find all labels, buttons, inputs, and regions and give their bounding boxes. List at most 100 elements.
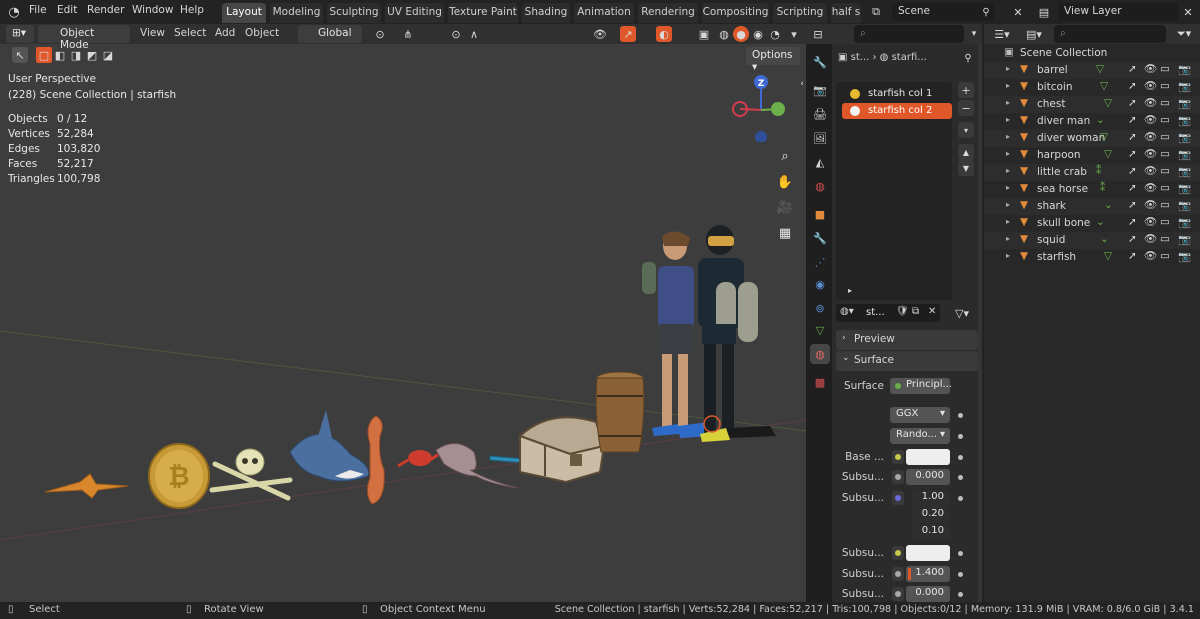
shark-model[interactable] [289,410,370,482]
fake-user-icon[interactable]: 🛡 [896,306,909,317]
outliner-item-squid[interactable]: ▸ ▼ squid ⌄ ➚ 👁 ▭ 📷 [984,232,1200,249]
camera-render-icon[interactable]: 📷 [1178,233,1191,246]
tab-modeling[interactable]: Modeling [270,3,323,23]
subsurface-radius-socket[interactable] [892,491,904,505]
selectable-arrow-icon[interactable]: ➚ [1128,80,1137,92]
monitor-viewport-icon[interactable]: ▭ [1160,250,1170,262]
starfish-model[interactable] [44,473,129,499]
subsurface-radius-x-field[interactable]: 1.00 [912,490,950,506]
surface-shader-field[interactable]: Principl... [890,378,952,394]
outliner-item-starfish[interactable]: ▸ ▼ starfish ▽ ➚ 👁 ▭ 📷 [984,249,1200,266]
monitor-viewport-icon[interactable]: ▭ [1160,97,1170,109]
remove-slot-icon[interactable]: − [958,100,974,116]
mesh-data-icon[interactable]: ⌄ [1096,216,1105,228]
mesh-data-icon[interactable]: ⁑ [1096,165,1101,177]
world-tab-icon[interactable]: ◍ [810,176,830,196]
outliner-search-input[interactable]: ⌕ [1054,25,1166,43]
eye-visibility-icon[interactable]: 👁 [1144,232,1157,245]
tab-texture-paint[interactable]: Texture Paint [448,3,518,23]
outliner-item-sea-horse[interactable]: ▸ ▼ sea horse ⁑ ➚ 👁 ▭ 📷 [984,181,1200,198]
menu-file[interactable]: File [29,4,47,16]
mesh-data-icon[interactable]: ▽ [1104,148,1112,160]
subsurface-socket[interactable] [892,470,904,484]
selectable-arrow-icon[interactable]: ➚ [1128,233,1137,245]
add-slot-icon[interactable]: + [958,82,974,98]
outliner-item-barrel[interactable]: ▸ ▼ barrel ▽ ➚ 👁 ▭ 📷 [984,62,1200,79]
selectable-arrow-icon[interactable]: ➚ [1128,216,1137,228]
monitor-viewport-icon[interactable]: ▭ [1160,199,1170,211]
distribution-keyframe-icon[interactable] [958,413,963,418]
breadcrumb-short[interactable]: st... [851,52,870,63]
menu-edit[interactable]: Edit [57,4,77,16]
texture-tab-icon[interactable]: ▩ [810,372,830,392]
scene-tab-icon[interactable]: ◭ [810,152,830,172]
chest-model[interactable] [518,416,606,484]
selectable-arrow-icon[interactable]: ➚ [1128,148,1137,160]
monitor-viewport-icon[interactable]: ▭ [1160,114,1170,126]
selectable-arrow-icon[interactable]: ➚ [1128,199,1137,211]
subsurface-radius-y-field[interactable]: 0.20 [912,507,950,523]
output-tab-icon[interactable]: 🖨 [810,104,830,124]
mesh-data-icon[interactable]: ⌄ [1104,199,1113,211]
camera-render-icon[interactable]: 📷 [1178,80,1191,93]
selectable-arrow-icon[interactable]: ➚ [1128,182,1137,194]
subsurface-ior-keyframe-icon[interactable] [958,572,963,577]
outliner-item-skull-bone[interactable]: ▸ ▼ skull bone ⌄ ➚ 👁 ▭ 📷 [984,215,1200,232]
subsurface-value-field[interactable]: 0.000 [906,469,950,485]
eye-visibility-icon[interactable]: 👁 [1144,249,1157,262]
view-layer-tab-icon[interactable]: 🖼 [810,128,830,148]
camera-render-icon[interactable]: 📷 [1178,199,1191,212]
material-slot-1[interactable]: starfish col 1 [842,86,952,102]
blender-logo-icon[interactable]: ◔ [6,4,22,20]
subsurface-color-swatch[interactable] [906,545,950,561]
mesh-data-icon[interactable]: ⌄ [1100,233,1109,245]
outliner-item-diver-man[interactable]: ▸ ▼ diver man ⌄ ➚ 👁 ▭ 📷 [984,113,1200,130]
subsurface-color-keyframe-icon[interactable] [958,551,963,556]
subsurface-anisotropy-field[interactable]: 0.000 [906,586,950,602]
duplicate-material-icon[interactable]: ⧉ [912,306,919,317]
little-crab-model[interactable] [397,450,443,468]
eye-visibility-icon[interactable]: 👁 [1144,79,1157,92]
move-slot-down-icon[interactable]: ▼ [958,160,974,176]
selectable-arrow-icon[interactable]: ➚ [1128,131,1137,143]
menu-render[interactable]: Render [87,4,124,16]
camera-render-icon[interactable]: 📷 [1178,63,1191,76]
mesh-data-icon[interactable]: ⁑ [1100,182,1105,194]
subsurface-method-keyframe-icon[interactable] [958,434,963,439]
tab-rendering[interactable]: Rendering [638,3,698,23]
expand-arrow-icon[interactable]: ▸ [1006,251,1010,260]
mesh-data-icon[interactable]: ▽ [1096,63,1104,75]
monitor-viewport-icon[interactable]: ▭ [1160,165,1170,177]
selectable-arrow-icon[interactable]: ➚ [1128,114,1137,126]
mesh-data-icon[interactable]: ▽ [1104,97,1112,109]
tab-half-s[interactable]: half s [831,3,861,23]
outliner-item-shark[interactable]: ▸ ▼ shark ⌄ ➚ 👁 ▭ 📷 [984,198,1200,215]
material-name-field[interactable]: st... [866,307,885,318]
monitor-viewport-icon[interactable]: ▭ [1160,233,1170,245]
menu-help[interactable]: Help [180,4,204,16]
pin-icon[interactable]: ⚲ [978,4,994,20]
display-mode-icon[interactable]: ▤▾ [1022,26,1046,42]
expand-arrow-icon[interactable]: ▸ [1006,166,1010,175]
base-color-socket[interactable] [892,450,904,464]
preview-panel-header[interactable]: › Preview [836,330,978,350]
selectable-arrow-icon[interactable]: ➚ [1128,63,1137,75]
constraints-tab-icon[interactable]: ⊚ [810,298,830,318]
particles-tab-icon[interactable]: ⋰ [810,252,830,272]
outliner-scene-collection[interactable]: ▣ Scene Collection [984,45,1200,62]
subsurface-ior-socket[interactable] [892,567,904,581]
material-slot-2[interactable]: starfish col 2 [842,103,952,119]
eye-visibility-icon[interactable]: 👁 [1144,147,1157,160]
unlink-material-icon[interactable]: ✕ [928,306,936,317]
close-scene-icon[interactable]: ✕ [1010,4,1026,20]
material-browse-icon[interactable]: ◍▾ [840,306,854,317]
camera-render-icon[interactable]: 📷 [1178,97,1191,110]
camera-render-icon[interactable]: 📷 [1178,165,1191,178]
monitor-viewport-icon[interactable]: ▭ [1160,63,1170,75]
scene-icon[interactable]: ⧉ [868,4,884,20]
expand-arrow-icon[interactable]: ▸ [1006,217,1010,226]
subsurface-anisotropy-socket[interactable] [892,587,904,601]
view-layer-field[interactable]: View Layer [1058,3,1178,21]
expand-arrow-icon[interactable]: ▸ [1006,183,1010,192]
eye-visibility-icon[interactable]: 👁 [1144,215,1157,228]
